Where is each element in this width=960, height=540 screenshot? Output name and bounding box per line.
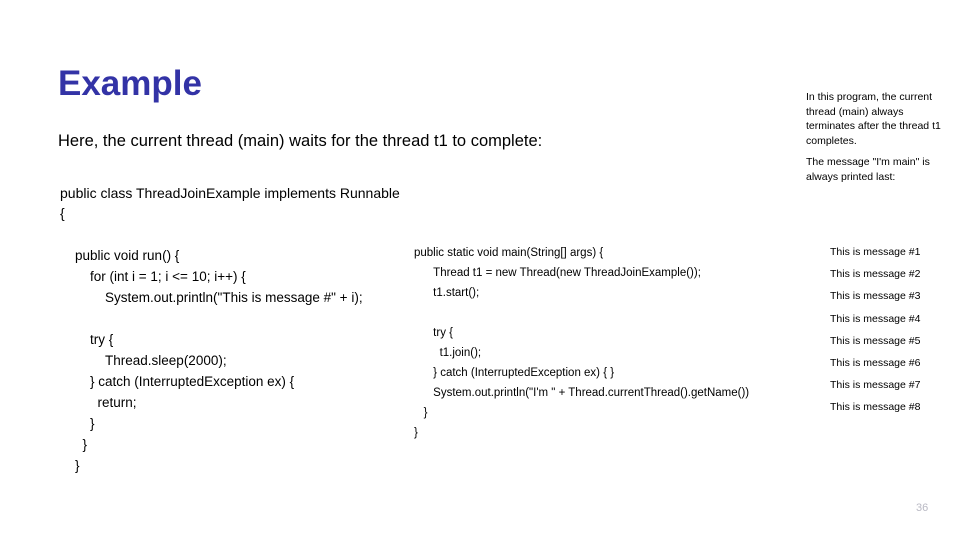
sidebar-paragraph-2: The message "I'm main" is always printed…: [806, 156, 930, 183]
list-item: This is message #1: [830, 246, 921, 258]
slide-canvas: Example Here, the current thread (main) …: [0, 0, 960, 540]
list-item: This is message #3: [830, 290, 921, 303]
sidebar-paragraph-1: In this program, the current thread (mai…: [806, 91, 941, 147]
code-block-run-method: public void run() { for (int i = 1; i <=…: [75, 248, 363, 473]
page-title: Example: [58, 64, 202, 104]
sidebar-explanation: In this program, the current thread (mai…: [806, 90, 952, 185]
list-item: This is message #5: [830, 334, 921, 347]
page-number: 36: [916, 502, 929, 514]
list-item: This is message #4: [830, 312, 921, 325]
list-item: This is message #7: [830, 379, 921, 392]
list-item: This is message #2: [830, 268, 921, 281]
output-message-list: This is message #1 This is message #2 Th…: [830, 245, 954, 415]
slide-subtitle: Here, the current thread (main) waits fo…: [58, 132, 543, 150]
code-block-main-method: public static void main(String[] args) {…: [414, 247, 750, 439]
list-item: This is message #8: [830, 401, 921, 414]
class-declaration-text: public class ThreadJoinExample implement…: [60, 185, 400, 221]
list-item: This is message #6: [830, 356, 921, 369]
